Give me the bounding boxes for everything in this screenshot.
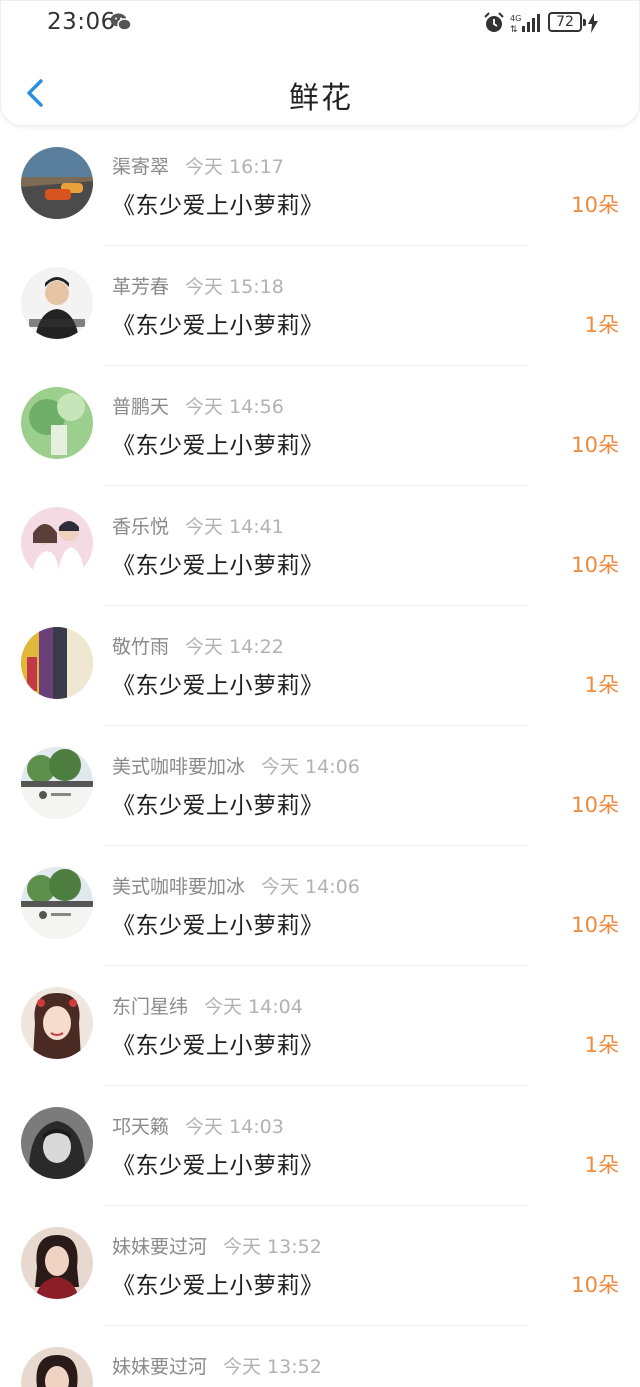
timestamp: 今天 15:18 (185, 276, 284, 298)
girl-avatar[interactable] (21, 987, 93, 1059)
woman-avatar[interactable] (21, 1227, 93, 1299)
flower-count: 10朵 (571, 433, 619, 457)
hood-avatar[interactable] (21, 1107, 93, 1179)
timestamp: 今天 14:56 (185, 396, 284, 418)
item-meta: 美式咖啡要加冰 今天 14:06 (112, 752, 360, 779)
couple-avatar[interactable] (21, 507, 93, 579)
list-item[interactable]: 普鹏天 今天 14:56 《东少爱上小萝莉》 10朵 (0, 366, 640, 486)
timestamp: 今天 14:22 (185, 636, 284, 658)
cafe-avatar[interactable] (21, 747, 93, 819)
item-meta: 香乐悦 今天 14:41 (112, 512, 284, 539)
flower-count: 10朵 (571, 193, 619, 217)
timestamp: 今天 14:03 (185, 1116, 284, 1138)
user-name[interactable]: 东门星纬 (112, 996, 188, 1018)
item-meta: 敬竹雨 今天 14:22 (112, 632, 284, 659)
user-name[interactable]: 香乐悦 (112, 516, 169, 538)
book-title: 《东少爱上小萝莉》 (112, 1273, 324, 1299)
user-name[interactable]: 敬竹雨 (112, 636, 169, 658)
list-item[interactable]: 渠寄翠 今天 16:17 《东少爱上小萝莉》 10朵 (0, 126, 640, 246)
flower-count: 1朵 (584, 313, 619, 337)
car-avatar[interactable] (21, 147, 93, 219)
svg-text:⇅: ⇅ (510, 25, 518, 34)
woman-avatar[interactable] (21, 1347, 93, 1387)
item-meta: 妹妹要过河 今天 13:52 (112, 1232, 322, 1259)
book-title: 《东少爱上小萝莉》 (112, 193, 324, 219)
list-item[interactable]: 东门星纬 今天 14:04 《东少爱上小萝莉》 1朵 (0, 966, 640, 1086)
book-title: 《东少爱上小萝莉》 (112, 433, 324, 459)
timestamp: 今天 14:06 (261, 876, 360, 898)
battery-indicator: 72 (548, 12, 586, 32)
alarm-icon (484, 12, 504, 32)
list-item[interactable]: 妹妹要过河 今天 13:52 《东少爱上小萝莉》 10朵 (0, 1206, 640, 1326)
status-time: 23:06 (47, 9, 116, 35)
book-title: 《东少爱上小萝莉》 (112, 313, 324, 339)
timestamp: 今天 14:06 (261, 756, 360, 778)
list-item[interactable]: 妹妹要过河 今天 13:52 (0, 1326, 640, 1387)
timestamp: 今天 16:17 (185, 156, 284, 178)
flower-count: 1朵 (584, 1153, 619, 1177)
list-item[interactable]: 美式咖啡要加冰 今天 14:06 《东少爱上小萝莉》 10朵 (0, 846, 640, 966)
item-meta: 东门星纬 今天 14:04 (112, 992, 303, 1019)
timestamp: 今天 14:04 (204, 996, 303, 1018)
user-name[interactable]: 妹妹要过河 (112, 1356, 207, 1378)
list-item[interactable]: 美式咖啡要加冰 今天 14:06 《东少爱上小萝莉》 10朵 (0, 726, 640, 846)
green-avatar[interactable] (21, 387, 93, 459)
page-title: 鲜花 (289, 81, 353, 116)
item-meta: 革芳春 今天 15:18 (112, 272, 284, 299)
status-bar: 23:06 4G ⇅ 72 (1, 1, 640, 45)
header-card: 23:06 4G ⇅ 72 鲜花 (0, 0, 640, 126)
book-title: 《东少爱上小萝莉》 (112, 913, 324, 939)
book-title: 《东少爱上小萝莉》 (112, 553, 324, 579)
book-title: 《东少爱上小萝莉》 (112, 673, 324, 699)
list-item[interactable]: 敬竹雨 今天 14:22 《东少爱上小萝莉》 1朵 (0, 606, 640, 726)
timestamp: 今天 13:52 (223, 1236, 322, 1258)
flower-count: 10朵 (571, 913, 619, 937)
signal-icon: 4G ⇅ (510, 14, 540, 34)
user-name[interactable]: 妹妹要过河 (112, 1236, 207, 1258)
flower-count: 10朵 (571, 1273, 619, 1297)
item-meta: 妹妹要过河 今天 13:52 (112, 1352, 322, 1379)
list-item[interactable]: 香乐悦 今天 14:41 《东少爱上小萝莉》 10朵 (0, 486, 640, 606)
book-title: 《东少爱上小萝莉》 (112, 1033, 324, 1059)
item-meta: 渠寄翠 今天 16:17 (112, 152, 284, 179)
wechat-icon (110, 13, 132, 31)
timestamp: 今天 13:52 (223, 1356, 322, 1378)
item-meta: 普鹏天 今天 14:56 (112, 392, 284, 419)
item-meta: 邛天籁 今天 14:03 (112, 1112, 284, 1139)
book-title: 《东少爱上小萝莉》 (112, 1153, 324, 1179)
book-title: 《东少爱上小萝莉》 (112, 793, 324, 819)
list-item[interactable]: 革芳春 今天 15:18 《东少爱上小萝莉》 1朵 (0, 246, 640, 366)
cafe-avatar[interactable] (21, 867, 93, 939)
item-meta: 美式咖啡要加冰 今天 14:06 (112, 872, 360, 899)
nav-bar: 鲜花 (1, 55, 640, 127)
user-name[interactable]: 美式咖啡要加冰 (112, 876, 245, 898)
boy-avatar[interactable] (21, 267, 93, 339)
list-item[interactable]: 邛天籁 今天 14:03 《东少爱上小萝莉》 1朵 (0, 1086, 640, 1206)
flower-count: 1朵 (584, 1033, 619, 1057)
colorful-avatar[interactable] (21, 627, 93, 699)
charging-bolt-icon (588, 13, 598, 33)
network-label: 4G (510, 14, 521, 23)
flower-count: 1朵 (584, 673, 619, 697)
flower-count: 10朵 (571, 793, 619, 817)
user-name[interactable]: 革芳春 (112, 276, 169, 298)
user-name[interactable]: 美式咖啡要加冰 (112, 756, 245, 778)
user-name[interactable]: 渠寄翠 (112, 156, 169, 178)
user-name[interactable]: 普鹏天 (112, 396, 169, 418)
flower-list: 渠寄翠 今天 16:17 《东少爱上小萝莉》 10朵 革芳春 今天 15:18 《东… (0, 126, 640, 1387)
timestamp: 今天 14:41 (185, 516, 284, 538)
user-name[interactable]: 邛天籁 (112, 1116, 169, 1138)
flower-count: 10朵 (571, 553, 619, 577)
